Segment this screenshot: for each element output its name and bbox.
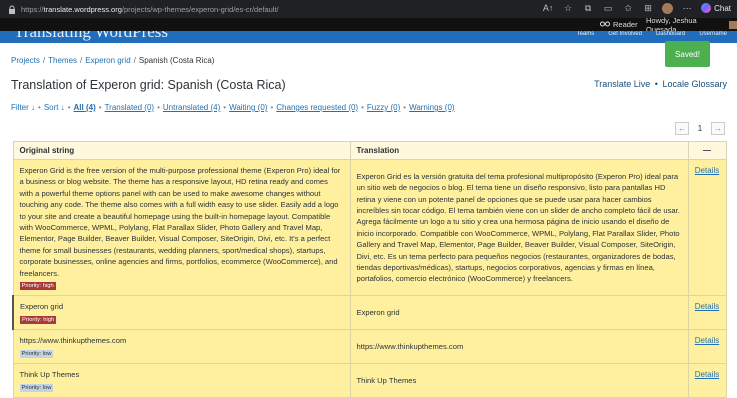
table-row[interactable]: Experon grid Priority: high Experon grid… xyxy=(12,295,727,331)
split-screen-icon[interactable]: ▭ xyxy=(602,2,614,14)
table-row[interactable]: Experon Grid is the free version of the … xyxy=(12,158,727,297)
next-page-button[interactable]: → xyxy=(711,122,725,135)
extensions-icon[interactable]: ⧉ xyxy=(582,2,594,14)
actions-cell: Details xyxy=(687,363,727,398)
column-original: Original string xyxy=(12,141,351,160)
url-text: https://translate.wordpress.org/projects… xyxy=(21,4,279,14)
details-link[interactable]: Details xyxy=(695,166,719,175)
nav-item-teams[interactable]: Teams xyxy=(577,31,595,37)
favorites-icon[interactable]: ✩ xyxy=(622,2,634,14)
link-separator: • xyxy=(654,79,658,89)
filter-separator: • xyxy=(361,103,364,112)
chat-label: Chat xyxy=(714,3,731,13)
translation-cell[interactable]: Experon grid xyxy=(349,295,689,331)
translation-cell[interactable]: https://www.thinkupthemes.com xyxy=(349,329,689,365)
details-link[interactable]: Details xyxy=(695,336,719,345)
original-cell: Experon Grid is the free version of the … xyxy=(12,158,351,297)
reader-label: Reader xyxy=(613,20,638,29)
more-menu-icon[interactable]: ⋯ xyxy=(681,2,693,14)
details-link[interactable]: Details xyxy=(695,370,719,379)
priority-badge: Priority: high xyxy=(20,315,57,324)
actions-cell: Details xyxy=(687,158,727,297)
nav-item-get-involved[interactable]: Get Involved xyxy=(608,31,642,37)
filter-separator: • xyxy=(157,103,160,112)
breadcrumb-themes[interactable]: Themes xyxy=(48,56,77,65)
priority-badge: Priority: low xyxy=(19,349,54,358)
filter-separator: • xyxy=(270,103,274,112)
lock-icon xyxy=(6,3,18,15)
user-avatar xyxy=(729,20,737,29)
reader-link[interactable]: Reader xyxy=(600,18,638,31)
translations-table: Original string Translation — Experon Gr… xyxy=(12,141,727,398)
filter-fuzzy[interactable]: Fuzzy (0) xyxy=(367,103,400,112)
current-page-number: 1 xyxy=(697,124,703,133)
profile-avatar[interactable] xyxy=(662,2,674,14)
filter-warnings[interactable]: Warnings (0) xyxy=(409,103,455,112)
filter-waiting[interactable]: Waiting (0) xyxy=(229,103,267,112)
table-header-row: Original string Translation — xyxy=(12,141,727,160)
filter-separator: • xyxy=(403,103,407,112)
address-bar[interactable]: https://translate.wordpress.org/projects… xyxy=(6,3,279,15)
filter-translated[interactable]: Translated (0) xyxy=(105,103,155,112)
prev-page-button[interactable]: ← xyxy=(675,122,689,135)
priority-badge: Priority: high xyxy=(19,282,56,291)
original-text: Think Up Themes xyxy=(19,370,80,380)
breadcrumb-experon-grid[interactable]: Experon grid xyxy=(85,56,130,65)
read-aloud-icon[interactable]: A↑ xyxy=(542,2,554,14)
saved-notice: Saved! xyxy=(665,41,710,67)
browser-toolbar: https://translate.wordpress.org/projects… xyxy=(0,0,737,18)
favorite-star-icon[interactable]: ☆ xyxy=(562,2,574,14)
actions-cell: Details xyxy=(687,329,727,365)
priority-badge: Priority: low xyxy=(19,383,54,392)
filter-separator: • xyxy=(38,103,41,112)
filter-toggle[interactable]: Filter ↓ xyxy=(11,103,35,112)
details-link[interactable]: Details xyxy=(695,302,719,311)
nav-item-dashboard[interactable]: Dashboard xyxy=(656,31,685,37)
breadcrumb-separator: / xyxy=(42,56,46,65)
site-nav: Teams Get Involved Dashboard Username xyxy=(577,31,727,37)
page-title: Translation of Experon grid: Spanish (Co… xyxy=(11,78,286,92)
breadcrumb-current: Spanish (Costa Rica) xyxy=(138,56,215,65)
filter-separator: • xyxy=(223,103,227,112)
translation-cell[interactable]: Think Up Themes xyxy=(349,363,689,398)
filter-separator: • xyxy=(67,103,71,112)
translation-cell[interactable]: Experon Grid es la versión gratuita del … xyxy=(349,158,689,297)
account-menu[interactable]: Howdy, Jeshua Quesada xyxy=(646,16,737,34)
collections-icon[interactable]: ⊞ xyxy=(642,2,654,14)
original-cell: Experon grid Priority: high xyxy=(12,295,351,331)
sort-toggle[interactable]: Sort ↓ xyxy=(44,103,65,112)
site-title[interactable]: Translating WordPress xyxy=(14,31,168,42)
breadcrumb-separator: / xyxy=(80,56,83,65)
original-text: Experon grid xyxy=(20,302,64,312)
translate-live-link[interactable]: Translate Live xyxy=(594,79,650,89)
wp-admin-bar: Reader Howdy, Jeshua Quesada xyxy=(0,16,737,34)
table-row[interactable]: Think Up Themes Priority: low Think Up T… xyxy=(12,363,727,398)
site-header: Translating WordPress Teams Get Involved… xyxy=(0,31,737,43)
glasses-icon xyxy=(600,20,610,29)
table-row[interactable]: https://www.thinkupthemes.com Priority: … xyxy=(12,329,727,365)
filter-untranslated[interactable]: Untranslated (4) xyxy=(163,103,220,112)
original-cell: https://www.thinkupthemes.com Priority: … xyxy=(12,329,351,365)
column-translation: Translation xyxy=(349,141,689,160)
filter-bar: Filter ↓ • Sort ↓ • All (4) • Translated (0) • U… xyxy=(11,103,455,112)
original-cell: Think Up Themes Priority: low xyxy=(12,363,351,398)
pagination: ← 1 → xyxy=(675,122,725,135)
original-text: Experon Grid is the free version of the … xyxy=(19,166,341,278)
copilot-chat-button[interactable]: Chat xyxy=(701,3,731,13)
copilot-icon xyxy=(701,3,712,13)
filter-changes-requested[interactable]: Changes requested (0) xyxy=(276,103,358,112)
locale-glossary-link[interactable]: Locale Glossary xyxy=(662,79,727,89)
breadcrumb-projects[interactable]: Projects xyxy=(11,56,40,65)
breadcrumb: Projects / Themes / Experon grid / Spanish (Co… xyxy=(11,56,214,65)
original-text: https://www.thinkupthemes.com xyxy=(19,336,127,346)
actions-cell: Details xyxy=(687,295,727,331)
breadcrumb-separator: / xyxy=(133,56,136,65)
nav-item-username[interactable]: Username xyxy=(699,31,727,37)
filter-separator: • xyxy=(98,103,102,112)
column-actions: — xyxy=(687,141,727,160)
top-links: Translate Live • Locale Glossary xyxy=(594,79,727,89)
filter-all[interactable]: All (4) xyxy=(74,103,96,112)
